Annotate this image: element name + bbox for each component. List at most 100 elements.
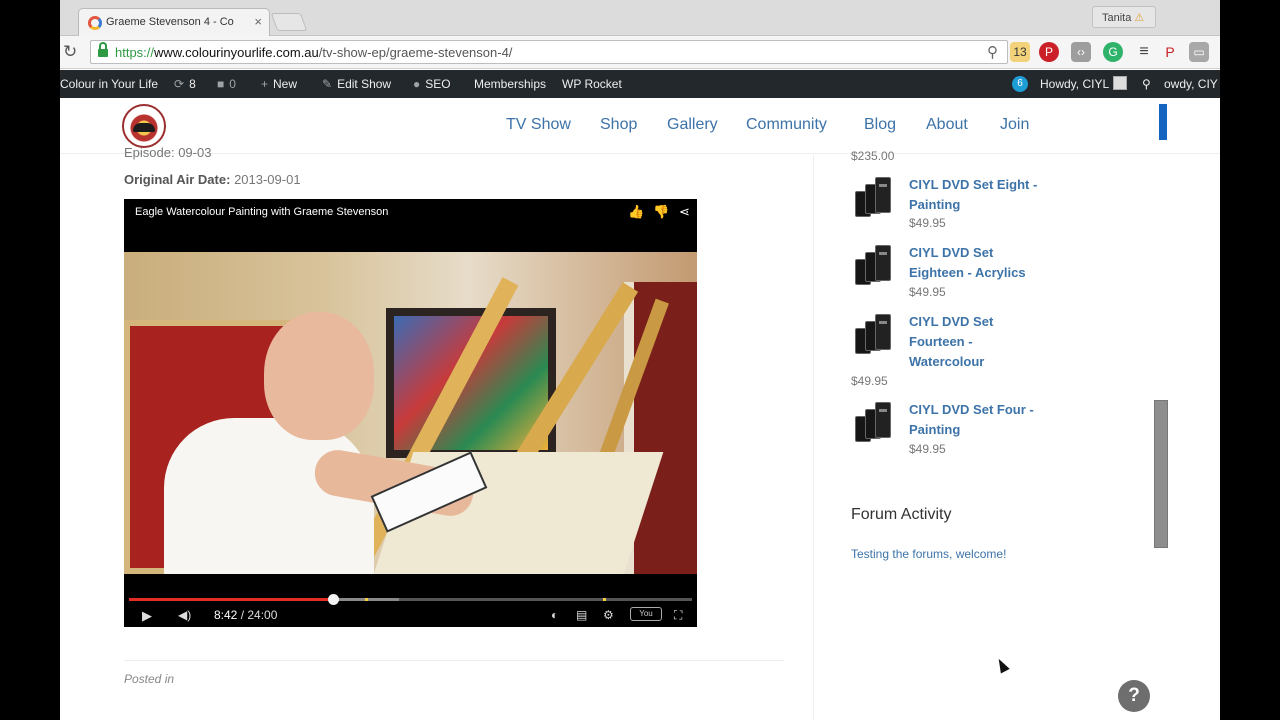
admin-howdy-duplicate[interactable]: owdy, CIY xyxy=(1164,77,1218,91)
screen: Graeme Stevenson 4 - Co × Tanita ⚠ ↻ htt… xyxy=(60,0,1220,720)
video-frame[interactable] xyxy=(124,252,697,574)
code-extension-icon[interactable]: ‹› xyxy=(1071,42,1091,62)
new-tab-button[interactable] xyxy=(270,13,308,31)
site-favicon-icon xyxy=(88,16,102,30)
admin-wp-rocket[interactable]: WP Rocket xyxy=(562,77,622,91)
product-price: $49.95 xyxy=(851,374,888,388)
sidebar-product[interactable]: CIYL DVD Set Eight - Painting $49.95 xyxy=(851,175,1051,235)
posted-in-label: Posted in xyxy=(124,672,175,686)
episode-label: Episode: 09-03 xyxy=(124,145,212,160)
admin-search-icon[interactable]: ⚲ xyxy=(1142,77,1151,91)
painter-figure xyxy=(164,312,477,574)
time-separator: / xyxy=(237,608,248,622)
help-icon[interactable]: ? xyxy=(1118,680,1150,712)
thumbs-up-icon[interactable]: 👍 xyxy=(628,204,644,220)
product-price: $49.95 xyxy=(909,442,946,456)
nav-accent-bar xyxy=(1159,104,1167,140)
youtube-logo-icon[interactable]: You xyxy=(630,607,662,621)
progress-marker xyxy=(365,598,368,601)
screen-extension-icon[interactable]: ▭ xyxy=(1189,42,1209,62)
profile-warning-icon: ⚠ xyxy=(1134,12,1145,24)
watch-later-icon[interactable]: ▤ xyxy=(576,608,587,622)
column-divider xyxy=(813,155,814,720)
product-title[interactable]: CIYL DVD Set Eight - Painting xyxy=(909,175,1049,215)
admin-edit-show[interactable]: ✎ Edit Show xyxy=(322,77,391,91)
lock-icon xyxy=(98,42,108,58)
sidebar-product[interactable]: CIYL DVD Set Eighteen - Acrylics $49.95 xyxy=(851,243,1051,303)
dvd-set-icon xyxy=(855,314,891,356)
nav-join[interactable]: Join xyxy=(1000,116,1029,134)
nav-shop[interactable]: Shop xyxy=(600,116,637,134)
play-icon[interactable]: ▶ xyxy=(142,608,152,624)
wp-admin-bar: Colour in Your Life ⟳ 8 ■ 0 + New ✎ Edit Sho… xyxy=(60,70,1220,98)
site-logo[interactable] xyxy=(122,104,166,148)
nav-about[interactable]: About xyxy=(926,116,968,134)
product-title[interactable]: CIYL DVD Set Eighteen - Acrylics xyxy=(909,243,1049,283)
product-price: $49.95 xyxy=(909,285,946,299)
product-title[interactable]: CIYL DVD Set Four - Painting xyxy=(909,400,1049,440)
comments-count: 0 xyxy=(229,77,236,91)
pinterest-icon[interactable]: P xyxy=(1039,42,1059,62)
dvd-set-icon xyxy=(855,177,891,219)
sidebar-product[interactable]: CIYL DVD Set Four - Painting $49.95 xyxy=(851,400,1051,460)
pinterest-partial-icon[interactable]: P xyxy=(1160,42,1180,62)
site-header: TV Show Shop Gallery Community Blog Abou… xyxy=(60,98,1220,154)
zoom-icon[interactable]: ⚲ xyxy=(987,43,998,61)
settings-gear-icon[interactable]: ⚙ xyxy=(603,608,614,622)
notification-badge-icon[interactable]: 6 xyxy=(1012,76,1028,92)
admin-memberships[interactable]: Memberships xyxy=(474,77,546,91)
progress-marker xyxy=(603,598,606,601)
air-date-value: 2013-09-01 xyxy=(234,172,301,187)
updates-count: 8 xyxy=(189,77,196,91)
nav-blog[interactable]: Blog xyxy=(864,116,896,134)
fullscreen-icon[interactable]: ⛶ xyxy=(674,608,682,623)
admin-updates[interactable]: ⟳ 8 xyxy=(174,77,196,91)
progress-bar[interactable] xyxy=(129,594,692,605)
url-text[interactable]: https://www.colourinyourlife.com.au/tv-s… xyxy=(115,45,512,60)
url-scheme: https:// xyxy=(115,45,155,60)
time-current: 8:42 xyxy=(214,608,238,622)
seo-icon: ● xyxy=(413,77,421,91)
captions-icon[interactable]: ◐ xyxy=(551,608,558,622)
sidebar-product[interactable]: CIYL DVD Set Fourteen - Watercolour $49.… xyxy=(851,312,1051,392)
pencil-icon: ✎ xyxy=(322,77,333,91)
admin-site-name[interactable]: Colour in Your Life xyxy=(60,77,158,91)
extension-badge-icon[interactable]: 13 xyxy=(1010,42,1030,62)
volume-icon[interactable]: ◀) xyxy=(178,608,191,622)
comments-icon: ■ xyxy=(217,77,225,91)
admin-seo[interactable]: ● SEO xyxy=(413,77,451,91)
admin-new-label: New xyxy=(273,77,298,91)
sidebar-scrollbar[interactable] xyxy=(1154,400,1168,548)
product-price: $49.95 xyxy=(909,216,946,230)
admin-edit-label: Edit Show xyxy=(337,77,392,91)
nav-community[interactable]: Community xyxy=(746,116,827,134)
tab-close-icon[interactable]: × xyxy=(254,14,262,29)
plus-icon: + xyxy=(261,77,269,91)
extension-badge-count: 13 xyxy=(1013,45,1027,59)
painter-head xyxy=(264,312,374,440)
admin-new[interactable]: + New xyxy=(261,77,297,91)
content-divider xyxy=(124,660,784,661)
browser-toolbar: ↻ https://www.colourinyourlife.com.au/tv… xyxy=(60,36,1220,69)
reload-icon[interactable]: ↻ xyxy=(63,42,77,62)
nav-gallery[interactable]: Gallery xyxy=(667,116,718,134)
address-bar[interactable]: https://www.colourinyourlife.com.au/tv-s… xyxy=(90,40,1024,64)
nav-tv-show[interactable]: TV Show xyxy=(506,116,571,134)
url-host: www.colourinyourlife.com.au xyxy=(154,45,319,60)
admin-comments[interactable]: ■ 0 xyxy=(217,77,236,91)
thumbs-down-icon[interactable]: 👎 xyxy=(653,204,669,220)
admin-avatar[interactable] xyxy=(1113,76,1127,90)
browser-tab-bar: Graeme Stevenson 4 - Co × Tanita ⚠ xyxy=(60,0,1220,36)
forum-activity-link[interactable]: Testing the forums, welcome! xyxy=(851,547,1006,561)
profile-button[interactable]: Tanita ⚠ xyxy=(1092,6,1156,28)
dvd-set-icon xyxy=(855,402,891,444)
progress-handle[interactable] xyxy=(328,594,340,605)
product-title[interactable]: CIYL DVD Set Fourteen - Watercolour xyxy=(909,312,1049,372)
grammar-extension-icon[interactable]: G xyxy=(1103,42,1123,62)
video-title[interactable]: Eagle Watercolour Painting with Graeme S… xyxy=(135,206,388,218)
admin-howdy[interactable]: Howdy, CIYL xyxy=(1040,77,1109,91)
chrome-menu-icon[interactable]: ≡ xyxy=(1134,42,1154,62)
video-player[interactable]: Eagle Watercolour Painting with Graeme S… xyxy=(124,199,697,627)
share-icon[interactable]: ⋖ xyxy=(679,204,690,220)
browser-tab[interactable]: Graeme Stevenson 4 - Co × xyxy=(78,8,270,36)
